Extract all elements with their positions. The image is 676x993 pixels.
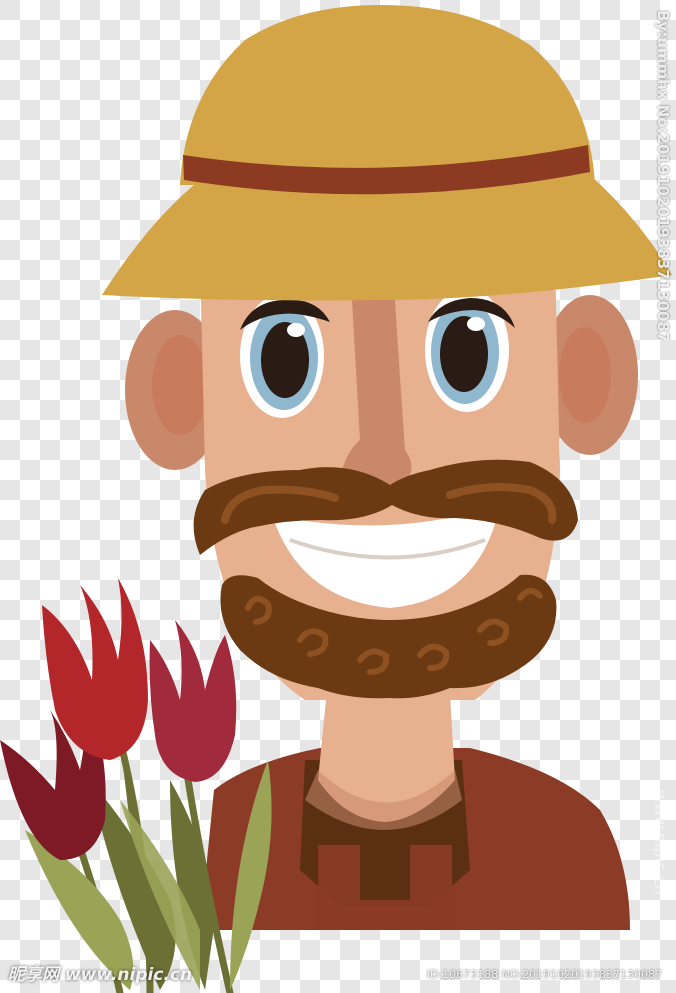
right-ear-inner [559,327,611,423]
watermark-site-vertical: www.nipic.cn [651,790,670,895]
watermark-id: ID:10673188 NO:20191020193837130087 [426,968,662,981]
illustration-canvas [0,0,676,993]
left-ear-inner [152,335,208,435]
watermark-side-text: By:ummhx No:20191020193837130087 [654,10,672,340]
watermark-logo: 昵享网 www.nipic.cn [8,965,193,985]
